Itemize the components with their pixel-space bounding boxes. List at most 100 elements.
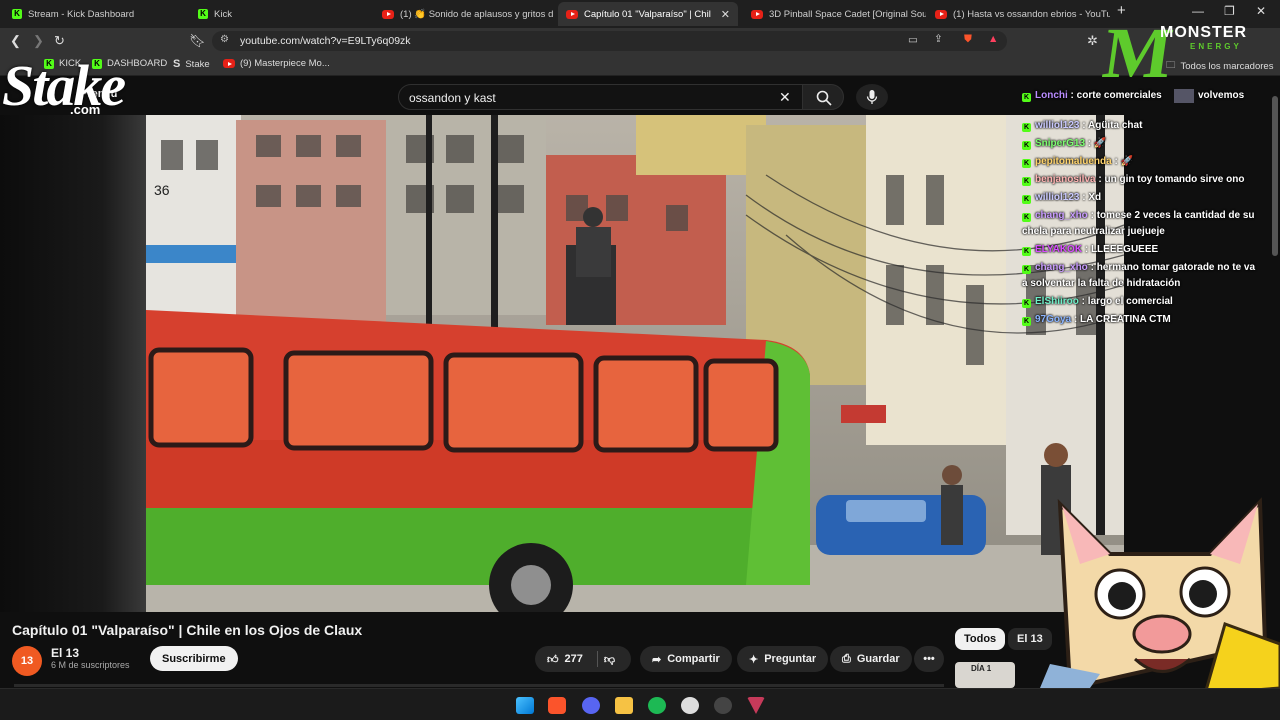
spotify-icon[interactable] — [648, 697, 666, 714]
monster-logo-text: MONSTER — [1160, 24, 1247, 41]
kick-badge-icon: K — [1022, 213, 1031, 222]
save-bookmark-icon: ⎙ — [842, 652, 851, 665]
kick-badge-icon: K — [1022, 93, 1031, 102]
kick-badge-icon: K — [1022, 299, 1031, 308]
search-icon — [816, 90, 832, 106]
valorant-icon[interactable] — [747, 697, 765, 714]
share-icon[interactable]: ⇪ — [934, 33, 943, 45]
kick-badge-icon: K — [1022, 123, 1031, 132]
chat-message: Kchang_xho : tomese 2 veces la cantidad … — [1022, 210, 1255, 237]
extensions-icon[interactable]: ✲ — [1087, 33, 1098, 49]
reload-icon[interactable]: ↻ — [54, 33, 65, 49]
chat-username: SniperG13 — [1035, 138, 1086, 149]
tab-pinball[interactable]: 3D Pinball Space Cadet [Original Sou — [743, 2, 926, 26]
chat-username: benjanosilva — [1035, 174, 1096, 185]
like-dislike-group: 👍︎ 277 👎︎ — [535, 646, 631, 672]
street-number-plate: 36 — [154, 182, 170, 198]
channel-avatar[interactable]: 13 — [12, 646, 42, 676]
cast-icon[interactable]: ▭ — [908, 34, 918, 46]
back-icon[interactable]: ❮ — [10, 33, 21, 49]
tab-label: 3D Pinball Space Cadet [Original Sou — [769, 8, 926, 20]
tab-valparaiso-active[interactable]: Capítulo 01 "Valparaíso" | Chile e ✕ — [558, 2, 738, 26]
video-player[interactable]: 36 — [146, 115, 1124, 612]
search-input[interactable]: ossandon y kast ✕ — [398, 84, 803, 110]
chat-message: K Lonchi : corte comerciales volvemos — [1022, 88, 1258, 104]
browser-tab-bar: K Stream - Kick Dashboard K Kick (1) 👏 S… — [0, 0, 1280, 28]
forward-icon[interactable]: ❯ — [33, 33, 44, 49]
ask-button[interactable]: ✦ Preguntar — [737, 646, 829, 672]
tab-kick-dashboard[interactable]: K Stream - Kick Dashboard — [4, 2, 187, 26]
file-explorer-icon[interactable] — [615, 697, 633, 714]
close-tab-icon[interactable]: ✕ — [721, 8, 730, 21]
discord-icon[interactable] — [582, 697, 600, 714]
chat-text: 🚀 — [1093, 138, 1107, 149]
kick-icon: K — [12, 9, 22, 19]
chat-message: Kbenjanosilva : un gin toy tomando sirve… — [1022, 174, 1245, 186]
obs-icon[interactable] — [714, 697, 732, 714]
chat-text: LLEEEGUEEE — [1090, 244, 1159, 255]
bookmarks-bar: K KICK K DASHBOARD S Stake (9) Masterpie… — [0, 54, 1280, 76]
recommended-video-thumbnail[interactable]: DÍA 1 — [955, 662, 1015, 688]
tab-hasta[interactable]: (1) Hasta vs ossandon ebrios - YouTu — [927, 2, 1110, 26]
brave-rewards-icon[interactable]: ▲ — [988, 33, 998, 45]
thumbs-up-icon[interactable]: 👍︎ — [547, 653, 559, 666]
tab-kick[interactable]: K Kick — [190, 2, 373, 26]
chat-text: Xd — [1088, 192, 1102, 203]
url-text: youtube.com/watch?v=E9LTy6q09zk — [240, 35, 411, 47]
chat-message: Kchang_xho : hermano tomar gatorade no t… — [1022, 262, 1256, 289]
tab-label: (1) Hasta vs ossandon ebrios - YouTu — [953, 8, 1110, 20]
brave-browser-icon[interactable] — [548, 697, 566, 714]
chat-text: LA CREATINA CTM — [1080, 314, 1171, 325]
address-bar-row: ❮ ❯ ↻ 🔖︎ ⚙ youtube.com/watch?v=E9LTy6q09… — [0, 28, 1280, 54]
page-scrollbar[interactable] — [1272, 96, 1278, 256]
tab-label: Stream - Kick Dashboard — [28, 8, 135, 20]
share-arrow-icon: ➦ — [652, 653, 662, 666]
chat-message: K SniperG13 : 🚀 — [1022, 138, 1107, 150]
search-button[interactable] — [802, 84, 844, 110]
chat-text: 🚀 — [1120, 156, 1134, 167]
kick-badge-icon: K — [1022, 247, 1031, 256]
subscribe-label: Suscribirme — [162, 652, 226, 665]
youtube-page: Premiu ossandon y kast ✕ 36 Stake .com M… — [0, 13, 1280, 688]
steam-icon[interactable] — [681, 697, 699, 714]
like-count[interactable]: 277 — [565, 653, 583, 665]
more-actions-button[interactable]: ••• — [914, 646, 944, 672]
kick-badge-icon: K — [1022, 177, 1031, 186]
stake-logo-text: Stake — [2, 53, 126, 118]
site-info-icon[interactable]: ⚙ — [220, 34, 229, 45]
more-dots-icon: ••• — [923, 653, 935, 665]
chat-username: williol123 — [1035, 120, 1080, 131]
kick-badge-icon: K — [1022, 159, 1031, 168]
clear-search-icon[interactable]: ✕ — [779, 89, 791, 106]
chat-text: corte comerciales — [1076, 90, 1162, 101]
vtuber-cat-avatar-overlay — [1040, 497, 1280, 688]
tab-aplausos[interactable]: (1) 👏 Sonido de aplausos y gritos d — [374, 2, 557, 26]
voice-search-button[interactable] — [856, 84, 888, 110]
chat-message: K ElShiiroo : largo el comercial — [1022, 296, 1173, 308]
channel-name[interactable]: El 13 — [51, 646, 79, 660]
bookmark-icon[interactable]: 🔖︎ — [189, 33, 206, 49]
bookmark-masterpiece[interactable]: (9) Masterpiece Mo... — [223, 58, 330, 69]
windows-start-icon[interactable] — [516, 697, 534, 714]
chat-text: un gin toy tomando sirve ono — [1104, 174, 1245, 185]
chat-username: Lonchi — [1035, 90, 1068, 101]
windows-taskbar — [0, 688, 1280, 720]
chip-todos[interactable]: Todos — [955, 628, 1006, 650]
chat-message: Kwilliol123 : Agüita chat — [1022, 120, 1143, 132]
tab-label: (1) 👏 Sonido de aplausos y gritos d — [400, 8, 554, 20]
share-label: Compartir — [667, 653, 720, 665]
monster-energy-text: ENERGY — [1190, 42, 1242, 51]
microphone-icon — [866, 90, 878, 104]
chat-message: Kpepitomaluenda : 🚀 — [1022, 156, 1134, 168]
brave-shields-icon[interactable]: ⛊ — [964, 33, 972, 46]
subscribe-button[interactable]: Suscribirme — [150, 646, 238, 671]
chat-username: ElShiiroo — [1035, 296, 1079, 307]
url-field[interactable]: ⚙ youtube.com/watch?v=E9LTy6q09zk ▭ ⇪ ⛊ … — [212, 31, 1007, 51]
share-button[interactable]: ➦ Compartir — [640, 646, 732, 672]
chat-username: ELYAKOK — [1035, 244, 1083, 255]
chat-username: pepitomaluenda — [1035, 156, 1112, 167]
chat-emote-icon — [1174, 89, 1194, 103]
save-button[interactable]: ⎙ Guardar — [830, 646, 912, 672]
youtube-icon — [935, 9, 947, 19]
thumbs-down-icon[interactable]: 👎︎ — [604, 653, 615, 666]
